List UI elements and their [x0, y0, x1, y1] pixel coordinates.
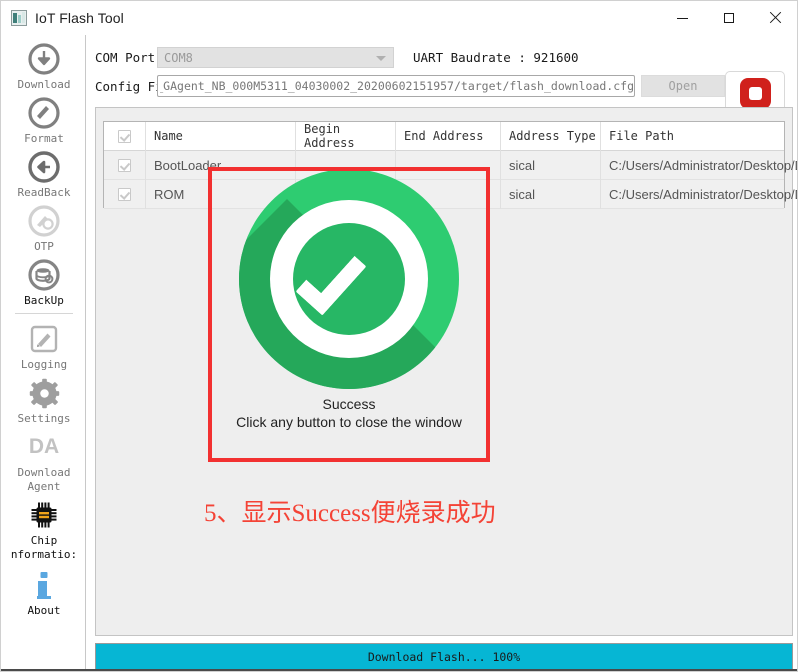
config-file-input[interactable]: op/Debug_GAgent_NB_000M5311_04030002_202… — [157, 75, 635, 97]
info-icon — [26, 567, 62, 603]
window-title: IoT Flash Tool — [35, 10, 124, 26]
sidebar-item-settings[interactable]: Settings — [2, 375, 86, 425]
row-file-path: C:/Users/Administrator/Desktop/Deb... — [601, 180, 784, 209]
gear-icon — [26, 375, 62, 411]
chip-icon — [26, 497, 62, 533]
sidebar-item-format[interactable]: Format — [2, 95, 86, 145]
sidebar-item-download[interactable]: Download — [2, 41, 86, 91]
sidebar-item-download-agent[interactable]: DA Download Agent — [2, 429, 86, 493]
header-name: Name — [146, 122, 296, 151]
readback-circle-icon — [26, 149, 62, 185]
sidebar-label-readback: ReadBack — [18, 186, 71, 199]
header-file-path: File Path — [601, 122, 784, 151]
sidebar: Download Format ReadBack OTP BackUp — [2, 35, 86, 672]
row-address-type: sical — [501, 180, 601, 209]
main-content: COM Port COM8 UART Baudrate : 921600 Con… — [87, 35, 798, 672]
minimize-button[interactable] — [659, 1, 705, 35]
row-file-path: C:/Users/Administrator/Desktop/Deb... — [601, 151, 784, 180]
table-header-row: Name Begin Address End Address Address T… — [104, 122, 784, 151]
sidebar-item-about[interactable]: About — [2, 567, 86, 617]
header-end-address: End Address — [396, 122, 501, 151]
config-file-value: op/Debug_GAgent_NB_000M5311_04030002_202… — [160, 79, 634, 93]
uart-baudrate-label: UART Baudrate : 921600 — [413, 50, 579, 65]
sidebar-item-logging[interactable]: Logging — [2, 321, 86, 371]
sidebar-label-chip-information-line1: Chip — [31, 534, 58, 547]
sidebar-label-download: Download — [18, 78, 71, 91]
maximize-icon — [724, 13, 734, 23]
success-check-icon — [239, 169, 459, 389]
com-port-row: COM Port COM8 UART Baudrate : 921600 — [95, 47, 795, 69]
row-checkbox-cell[interactable] — [104, 151, 146, 180]
com-port-value: COM8 — [164, 51, 193, 65]
title-bar: IoT Flash Tool — [1, 1, 798, 35]
sidebar-label-backup: BackUp — [24, 294, 64, 307]
download-information-body: Name Begin Address End Address Address T… — [96, 108, 792, 635]
header-begin-address: Begin Address — [296, 122, 396, 151]
download-progress-bar: Download Flash... 100% — [95, 643, 793, 670]
sidebar-label-otp: OTP — [34, 240, 54, 253]
da-text-icon: DA — [26, 429, 62, 465]
download-information-group: Name Begin Address End Address Address T… — [95, 107, 793, 636]
sidebar-divider — [15, 313, 73, 314]
sidebar-label-chip-information-line2: nformatio: — [11, 548, 77, 561]
sidebar-item-chip-information[interactable]: Chip nformatio: — [2, 497, 86, 561]
close-icon — [769, 12, 781, 24]
progress-label: Download Flash... 100% — [368, 650, 520, 664]
header-address-type: Address Type — [501, 122, 601, 151]
success-title: Success — [323, 396, 376, 412]
app-icon — [11, 10, 27, 26]
sidebar-label-format: Format — [24, 132, 64, 145]
sidebar-label-download-agent-line1: Download — [18, 466, 71, 479]
sidebar-item-readback[interactable]: ReadBack — [2, 149, 86, 199]
otp-circle-icon — [26, 203, 62, 239]
sidebar-label-settings: Settings — [18, 412, 71, 425]
com-port-select[interactable]: COM8 — [157, 47, 394, 68]
chevron-down-icon — [376, 56, 386, 61]
stop-square-icon — [740, 78, 771, 109]
sidebar-item-otp[interactable]: OTP — [2, 203, 86, 253]
sidebar-label-logging: Logging — [21, 358, 67, 371]
sidebar-label-download-agent-line2: Agent — [27, 480, 60, 493]
row-checkbox[interactable] — [118, 188, 131, 201]
success-overlay[interactable]: Success Click any button to close the wi… — [209, 166, 489, 461]
com-port-label: COM Port — [95, 50, 155, 65]
download-circle-icon — [26, 41, 62, 77]
annotation-text: 5、显示Success便烧录成功 — [204, 493, 496, 529]
open-button[interactable]: Open — [641, 75, 725, 97]
select-all-checkbox[interactable] — [118, 130, 131, 143]
row-checkbox[interactable] — [118, 159, 131, 172]
maximize-button[interactable] — [706, 1, 752, 35]
iot-flash-tool-window: IoT Flash Tool Download Format ReadBack — [0, 0, 798, 672]
minimize-icon — [677, 18, 688, 19]
header-checkbox-cell[interactable] — [104, 122, 146, 151]
sidebar-label-about: About — [27, 604, 60, 617]
row-checkbox-cell[interactable] — [104, 180, 146, 209]
config-file-row: Config File op/Debug_GAgent_NB_000M5311_… — [95, 75, 795, 98]
close-button[interactable] — [752, 1, 798, 35]
backup-circle-icon — [26, 257, 62, 293]
format-circle-icon — [26, 95, 62, 131]
sidebar-item-backup[interactable]: BackUp — [2, 257, 86, 307]
logging-pencil-icon — [26, 321, 62, 357]
success-subtitle: Click any button to close the window — [236, 414, 462, 430]
row-address-type: sical — [501, 151, 601, 180]
